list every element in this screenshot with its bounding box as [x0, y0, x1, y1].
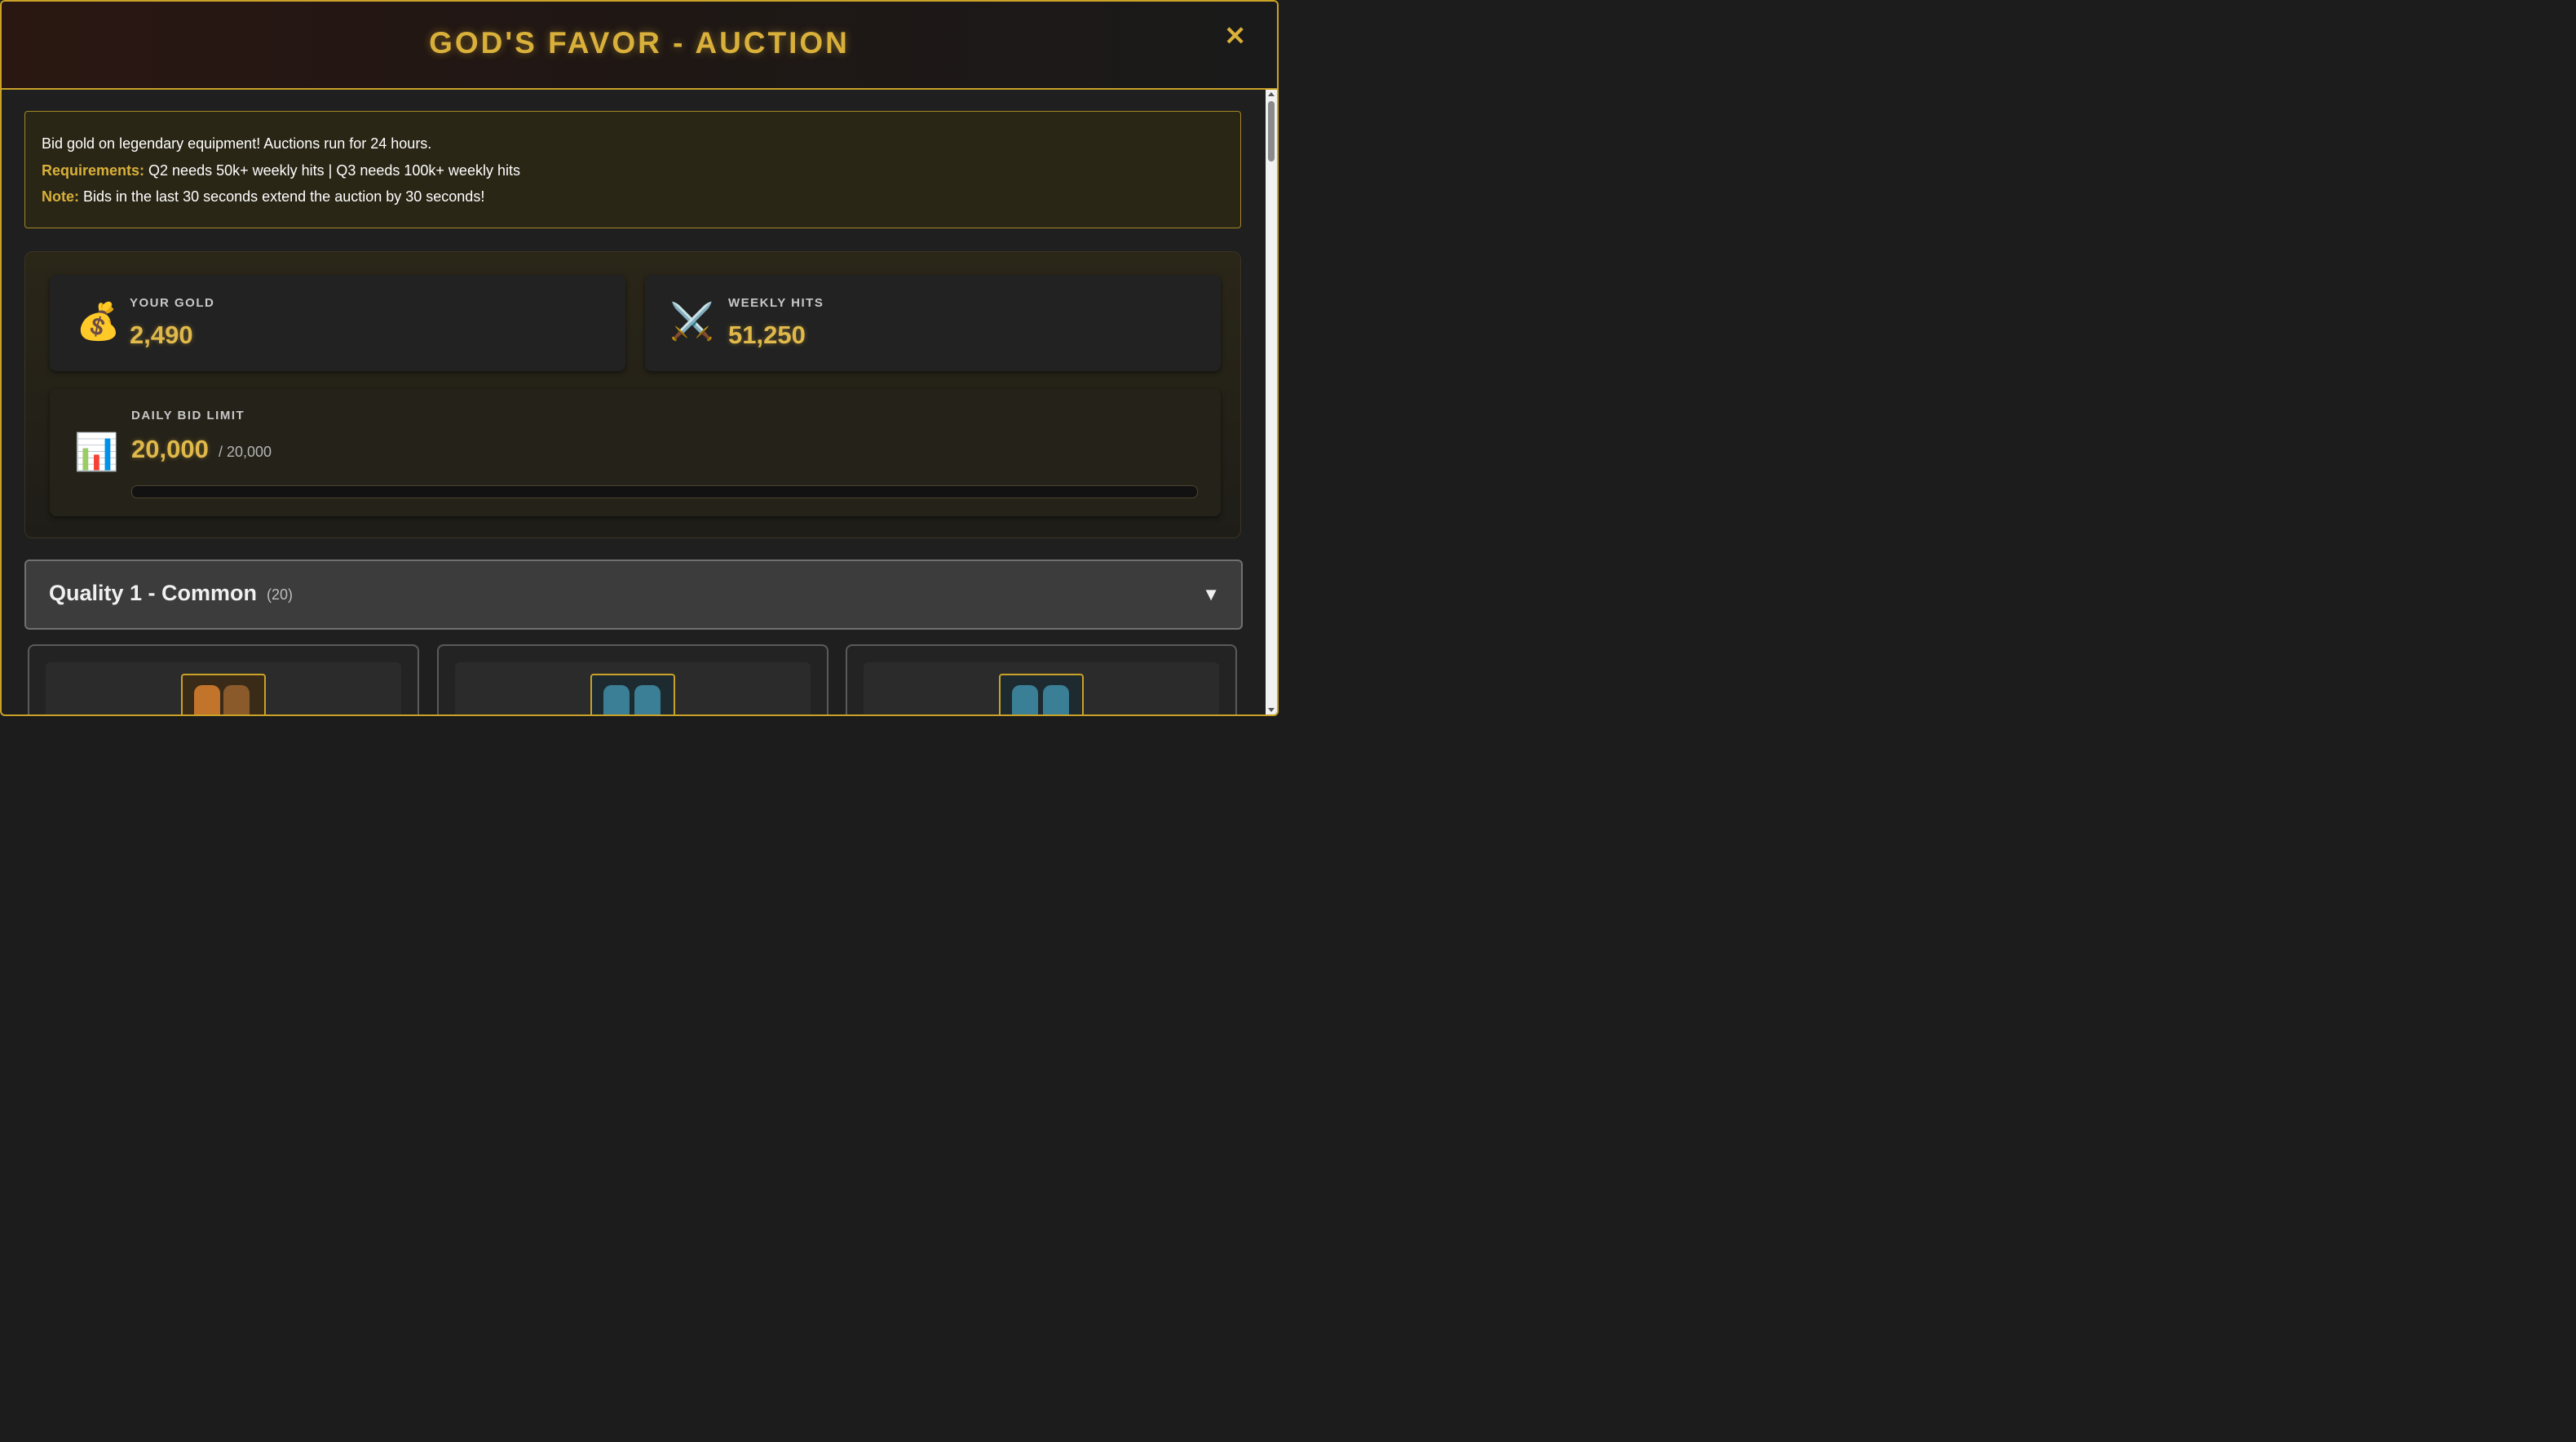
auction-modal: GOD'S FAVOR - AUCTION ✕ Bid gold on lege… [0, 0, 1279, 716]
boots-armor-icon [590, 674, 675, 714]
your-gold-label: YOUR GOLD [130, 296, 215, 310]
quality-count: (20) [267, 586, 294, 603]
modal-header: GOD'S FAVOR - AUCTION ✕ [2, 2, 1277, 90]
scrollbar-thumb[interactable] [1268, 101, 1275, 161]
item-inner [46, 662, 401, 714]
money-bag-icon: 💰 [76, 302, 121, 342]
your-gold-value: 2,490 [130, 321, 193, 349]
scrollbar[interactable] [1266, 90, 1277, 714]
close-icon[interactable]: ✕ [1224, 23, 1246, 49]
daily-bid-limit-card: 📊 DAILY BID LIMIT 20,000 / 20,000 [50, 389, 1221, 516]
daily-bid-limit-progress [131, 485, 1198, 498]
auction-item-card[interactable] [437, 644, 828, 714]
modal-title: GOD'S FAVOR - AUCTION [429, 26, 850, 60]
item-inner [864, 662, 1219, 714]
chevron-down-icon[interactable]: ▼ [1202, 584, 1220, 605]
weekly-hits-label: WEEKLY HITS [728, 296, 824, 310]
daily-bid-limit-value: 20,000 [131, 435, 209, 463]
bar-chart-icon: 📊 [74, 432, 119, 472]
your-gold-card: 💰 YOUR GOLD 2,490 [50, 275, 625, 371]
daily-bid-limit-max: / 20,000 [219, 444, 272, 460]
weekly-hits-card: ⚔️ WEEKLY HITS 51,250 [645, 275, 1221, 371]
info-line-note: Note: Bids in the last 30 seconds extend… [42, 188, 484, 206]
scroll-up-icon[interactable] [1268, 92, 1275, 96]
item-inner [455, 662, 811, 714]
auction-item-card[interactable] [846, 644, 1237, 714]
note-text: Bids in the last 30 seconds extend the a… [79, 188, 485, 205]
requirements-label: Requirements: [42, 162, 145, 179]
boots-armor-icon [999, 674, 1084, 714]
info-line-requirements: Requirements: Q2 needs 50k+ weekly hits … [42, 162, 520, 179]
note-label: Note: [42, 188, 79, 205]
quality-section-header[interactable]: Quality 1 - Common (20) ▼ [24, 560, 1243, 630]
info-line-description: Bid gold on legendary equipment! Auction… [42, 135, 432, 152]
scroll-down-icon[interactable] [1268, 708, 1275, 712]
stats-panel: 💰 YOUR GOLD 2,490 ⚔️ WEEKLY HITS 51,250 … [24, 251, 1241, 538]
weekly-hits-value: 51,250 [728, 321, 806, 349]
pants-armor-icon [181, 674, 266, 714]
requirements-text: Q2 needs 50k+ weekly hits | Q3 needs 100… [144, 162, 520, 179]
daily-bid-limit-label: DAILY BID LIMIT [131, 409, 245, 422]
crossed-swords-icon: ⚔️ [669, 302, 714, 342]
info-box: Bid gold on legendary equipment! Auction… [24, 111, 1241, 228]
quality-name: Quality 1 - Common [49, 581, 258, 605]
auction-item-card[interactable] [28, 644, 419, 714]
